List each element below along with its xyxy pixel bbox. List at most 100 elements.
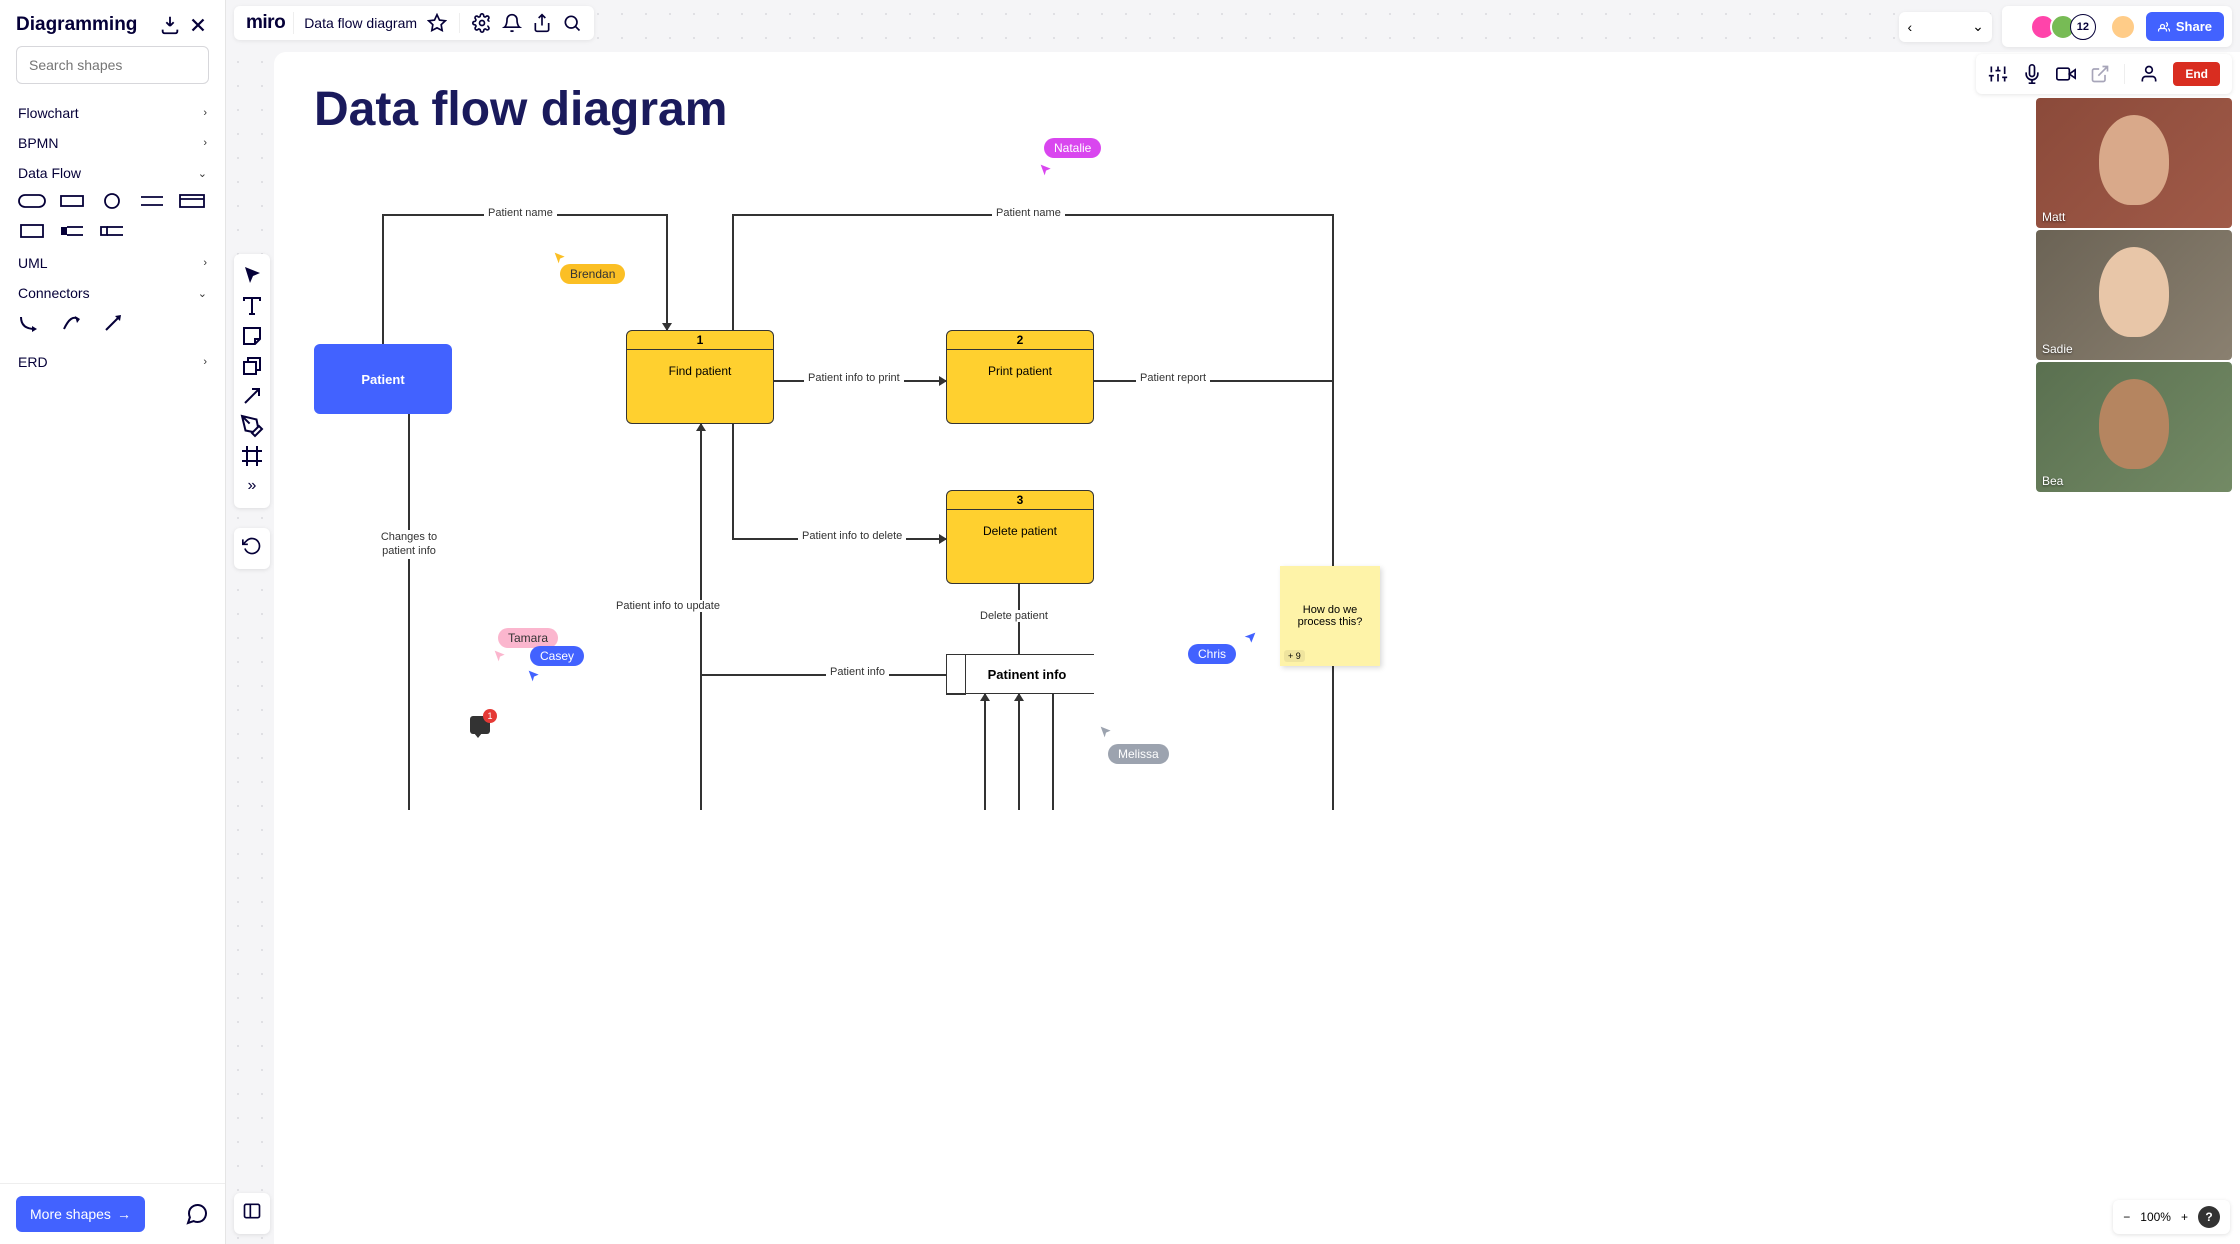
cursor-pointer [526,668,542,689]
sticky-tool-icon[interactable] [240,324,264,348]
miro-logo[interactable]: miro [246,12,294,34]
node-label: Find patient [627,350,773,392]
share-label: Share [2176,19,2212,34]
connector [382,214,384,344]
chevron-right-icon: › [203,107,207,119]
main-area: miro Data flow diagram ‹ ⌄ [226,0,2240,1244]
undo-button[interactable] [234,528,270,569]
screen-share-icon[interactable] [2090,64,2110,84]
text-tool-icon[interactable] [240,294,264,318]
category-erd[interactable]: ERD› [0,347,225,377]
feed-name: Matt [2042,210,2065,224]
zoom-out-icon[interactable]: − [2123,1210,2130,1224]
import-icon[interactable] [159,14,181,36]
more-tools-icon[interactable]: » [240,474,264,498]
connector [408,414,410,810]
video-feeds: Matt Sadie Bea [2036,98,2232,492]
edge-label: Patient report [1136,372,1210,384]
user-count-badge: 12 [2070,14,2096,40]
category-dataflow[interactable]: Data Flow ⌄ [0,158,225,188]
help-icon[interactable]: ? [2198,1206,2220,1228]
cursor-pointer [1242,630,1258,651]
close-icon[interactable] [187,14,209,36]
video-feed[interactable]: Matt [2036,98,2232,228]
video-icon[interactable] [2056,64,2076,84]
canvas[interactable]: Data flow diagram Patient 1Find patient … [274,52,2240,1244]
node-patient[interactable]: Patient [314,344,452,414]
cursor-pointer [1038,162,1054,183]
category-uml[interactable]: UML› [0,248,225,278]
zoom-value[interactable]: 100% [2140,1210,2171,1224]
export-icon[interactable] [532,13,552,33]
connector-arc[interactable] [60,312,82,339]
connector-curved[interactable] [18,312,40,339]
shape-rect[interactable] [58,192,86,210]
category-label: UML [18,255,48,271]
video-feed[interactable]: Sadie [2036,230,2232,360]
sliders-icon[interactable] [1988,64,2008,84]
shape-parallel-lines[interactable] [138,192,166,210]
mic-icon[interactable] [2022,64,2042,84]
feedback-icon[interactable] [185,1202,209,1226]
video-feed[interactable]: Bea [2036,362,2232,492]
cursor-tag-natalie: Natalie [1044,138,1101,158]
node-delete-patient[interactable]: 3Delete patient [946,490,1094,584]
more-shapes-label: More shapes [30,1206,111,1222]
user-icon[interactable] [2139,64,2159,84]
chevron-left-icon[interactable]: ‹ [1907,19,1912,35]
search-icon[interactable] [562,13,582,33]
node-patient-info[interactable]: Patinent info [946,654,1094,694]
edge-label: Patient info to delete [798,530,906,542]
current-user-avatar[interactable] [2110,14,2136,40]
dataflow-shapes [0,188,225,248]
sticky-note[interactable]: How do we process this? + 9 [1280,566,1380,666]
connector-straight[interactable] [102,312,124,339]
node-print-patient[interactable]: 2Print patient [946,330,1094,424]
shape-rect-outline[interactable] [18,222,46,240]
top-right-controls: ‹ ⌄ 12 Share [1899,6,2232,47]
pen-tool-icon[interactable] [240,414,264,438]
node-find-patient[interactable]: 1Find patient [626,330,774,424]
search-input[interactable] [16,46,209,84]
connector [732,214,734,330]
more-shapes-button[interactable]: More shapes → [16,1196,145,1232]
zoom-in-icon[interactable]: + [2181,1210,2188,1224]
bell-icon[interactable] [502,13,522,33]
category-label: Data Flow [18,165,81,181]
select-tool-icon[interactable] [240,264,264,288]
avatar-stack[interactable]: 12 [2030,14,2096,40]
cursor-tag-casey: Casey [530,646,584,666]
diagram-title: Data flow diagram [314,82,727,137]
category-bpmn[interactable]: BPMN› [0,128,225,158]
category-flowchart[interactable]: Flowchart› [0,98,225,128]
settings-icon[interactable] [472,13,492,33]
star-icon[interactable] [427,13,447,33]
shape-table[interactable] [178,192,206,210]
shape-circle[interactable] [98,192,126,210]
chevron-down-icon: ⌄ [198,167,207,180]
shape-tool-icon[interactable] [240,354,264,378]
node-number: 3 [947,491,1093,510]
shape-datastore2[interactable] [98,222,126,240]
shape-curved-rect[interactable] [18,192,46,210]
edge-label: Patient name [484,207,557,219]
edge-label: Patient info to print [804,372,904,384]
chevron-right-icon: › [203,356,207,368]
more-chevron-icon[interactable]: ⌄ [1972,18,1984,35]
node-label: Patient [361,372,404,387]
frame-tool-icon[interactable] [240,444,264,468]
connector [700,424,702,425]
panel-toggle-icon[interactable] [234,1193,270,1234]
category-connectors[interactable]: Connectors ⌄ [0,278,225,308]
comment-icon[interactable]: 1 [470,716,490,734]
board-name[interactable]: Data flow diagram [304,15,417,31]
arrow-tool-icon[interactable] [240,384,264,408]
shape-datastore1[interactable] [58,222,86,240]
chevron-down-icon: ⌄ [198,287,207,300]
feed-name: Sadie [2042,342,2073,356]
end-call-button[interactable]: End [2173,62,2220,86]
share-button[interactable]: Share [2146,12,2224,41]
category-label: Connectors [18,285,90,301]
arrow-right-icon: → [117,1206,131,1222]
node-label: Print patient [947,350,1093,392]
